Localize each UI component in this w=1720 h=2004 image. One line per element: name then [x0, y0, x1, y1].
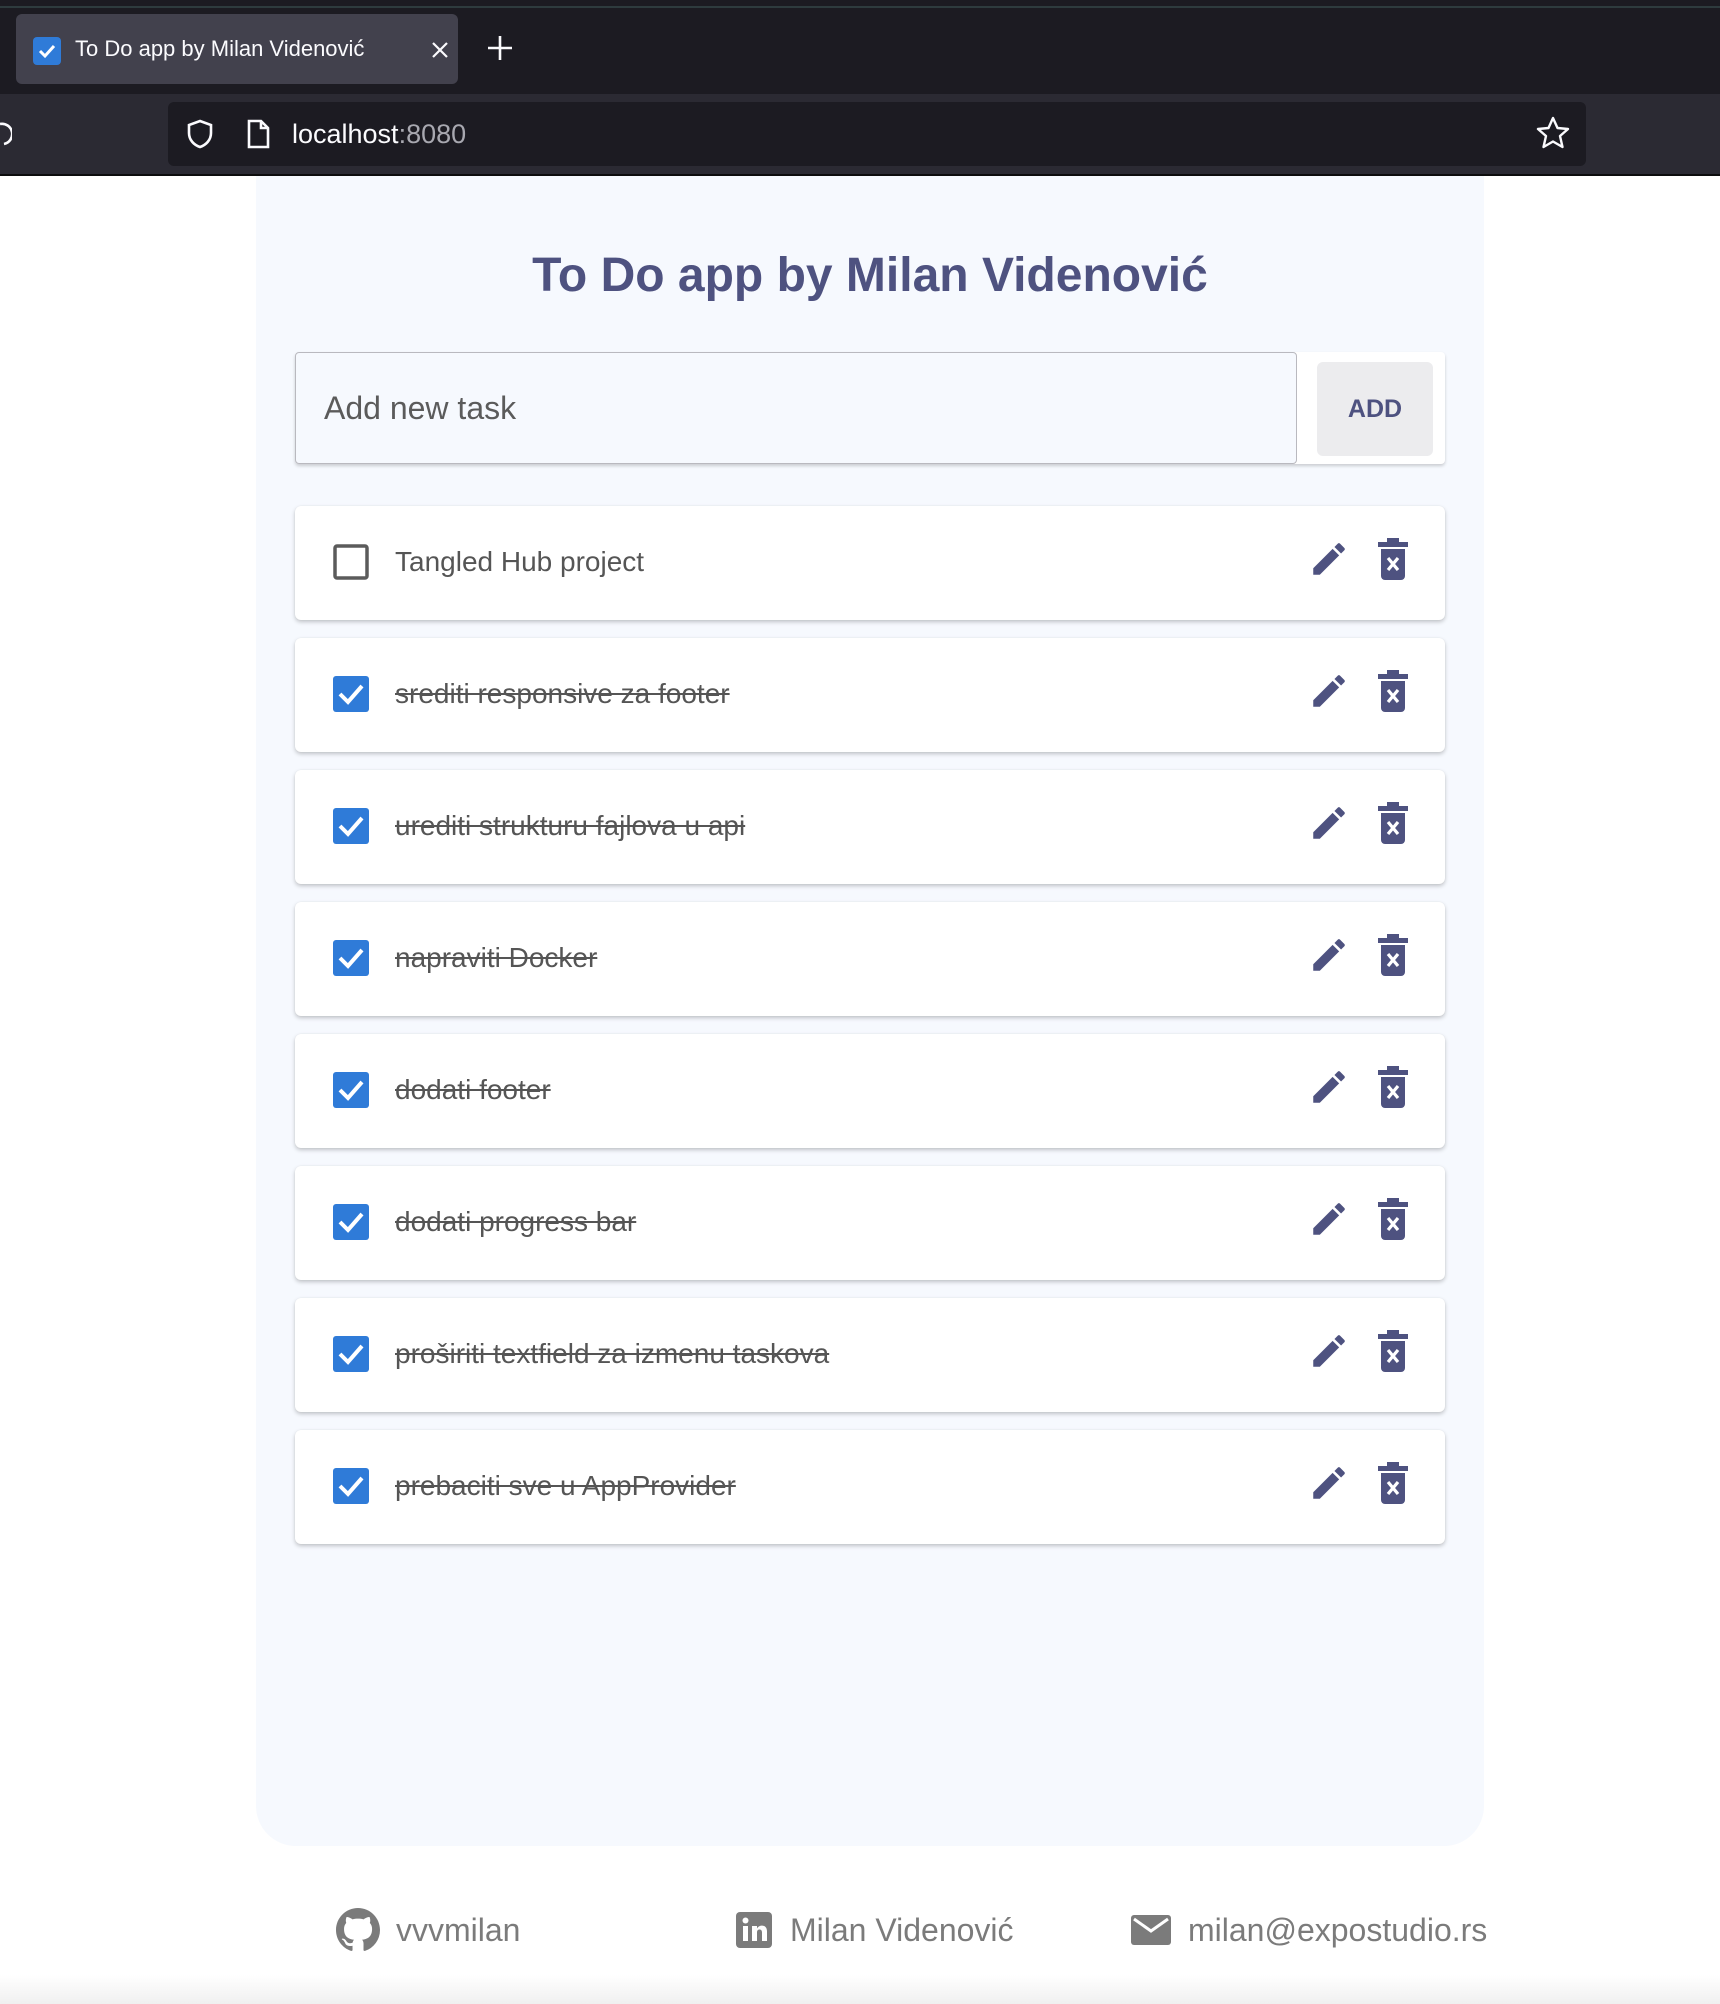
task-label: Tangled Hub project — [395, 546, 645, 577]
page-icon — [247, 119, 270, 149]
task-checkbox-unchecked[interactable] — [333, 544, 369, 580]
edit-pencil-icon[interactable] — [1308, 934, 1350, 976]
email-link[interactable]: milan@expostudio.rs — [1130, 1900, 1487, 1960]
shield-icon[interactable] — [184, 118, 216, 150]
close-tab-icon[interactable] — [428, 38, 452, 62]
url-host: localhost — [292, 119, 399, 149]
browser-tab-active[interactable]: To Do app by Milan Videnović — [16, 14, 458, 84]
url-port: :8080 — [398, 119, 467, 149]
new-task-input[interactable] — [295, 352, 1297, 464]
add-task-button[interactable]: ADD — [1317, 362, 1433, 456]
page-title: To Do app by Milan Videnović — [532, 249, 1208, 302]
add-task-form: ADD — [295, 352, 1445, 464]
delete-trash-icon[interactable] — [1378, 1066, 1408, 1108]
task-item: dodati footer — [295, 1034, 1445, 1148]
address-bar[interactable]: localhost:8080 — [168, 102, 1586, 166]
task-item: urediti strukturu fajlova u api — [295, 770, 1445, 884]
tab-strip-accent-line — [0, 6, 1720, 8]
footer: vvvmilan Milan Videnović milan@expostudi… — [0, 1900, 1720, 1980]
checkbox-favicon-icon — [33, 37, 61, 65]
task-label: dodati progress bar — [395, 1206, 637, 1237]
task-item: srediti responsive za footer — [295, 638, 1445, 752]
todo-card-top — [256, 176, 1484, 216]
task-label: prebaciti sve u AppProvider — [395, 1470, 736, 1501]
github-icon — [336, 1908, 380, 1951]
task-label: dodati footer — [395, 1074, 551, 1105]
linkedin-icon — [736, 1912, 772, 1948]
url-text[interactable]: localhost:8080 — [292, 102, 466, 166]
edit-pencil-icon[interactable] — [1308, 1198, 1350, 1240]
task-checkbox-checked[interactable] — [333, 940, 369, 976]
delete-trash-icon[interactable] — [1378, 670, 1408, 712]
tab-title: To Do app by Milan Videnović — [75, 36, 365, 61]
task-checkbox-checked[interactable] — [333, 1072, 369, 1108]
email-address: milan@expostudio.rs — [1188, 1911, 1488, 1948]
email-icon — [1131, 1915, 1171, 1945]
task-item: proširiti textfield za izmenu taskova — [295, 1298, 1445, 1412]
delete-trash-icon[interactable] — [1378, 538, 1408, 580]
linkedin-link[interactable]: Milan Videnović — [734, 1900, 1014, 1960]
task-checkbox-checked[interactable] — [333, 1204, 369, 1240]
task-item: Tangled Hub project — [295, 506, 1445, 620]
delete-trash-icon[interactable] — [1378, 1330, 1408, 1372]
task-label: proširiti textfield za izmenu taskova — [395, 1338, 830, 1369]
linkedin-name: Milan Videnović — [790, 1911, 1014, 1948]
task-item: prebaciti sve u AppProvider — [295, 1430, 1445, 1544]
reload-icon[interactable] — [0, 120, 12, 148]
edit-pencil-icon[interactable] — [1308, 670, 1350, 712]
task-item: dodati progress bar — [295, 1166, 1445, 1280]
footer-shadow — [0, 1975, 1720, 2004]
bookmark-star-icon[interactable] — [1535, 115, 1571, 151]
task-label: napraviti Docker — [395, 942, 598, 973]
edit-pencil-icon[interactable] — [1308, 1462, 1350, 1504]
new-tab-plus-icon[interactable] — [484, 32, 516, 64]
browser-tab-strip: To Do app by Milan Videnović — [0, 0, 1720, 94]
browser-nav-bar: localhost:8080 — [0, 94, 1720, 174]
task-checkbox-checked[interactable] — [333, 1468, 369, 1504]
delete-trash-icon[interactable] — [1378, 934, 1408, 976]
github-username: vvvmilan — [396, 1911, 521, 1948]
task-label: srediti responsive za footer — [395, 678, 730, 709]
task-checkbox-checked[interactable] — [333, 676, 369, 712]
delete-trash-icon[interactable] — [1378, 1462, 1408, 1504]
edit-pencil-icon[interactable] — [1308, 1330, 1350, 1372]
task-checkbox-checked[interactable] — [333, 1336, 369, 1372]
github-link[interactable]: vvvmilan — [336, 1900, 520, 1960]
delete-trash-icon[interactable] — [1378, 1198, 1408, 1240]
edit-pencil-icon[interactable] — [1308, 538, 1350, 580]
edit-pencil-icon[interactable] — [1308, 1066, 1350, 1108]
delete-trash-icon[interactable] — [1378, 802, 1408, 844]
task-label: urediti strukturu fajlova u api — [395, 810, 746, 841]
task-item: napraviti Docker — [295, 902, 1445, 1016]
task-checkbox-checked[interactable] — [333, 808, 369, 844]
edit-pencil-icon[interactable] — [1308, 802, 1350, 844]
